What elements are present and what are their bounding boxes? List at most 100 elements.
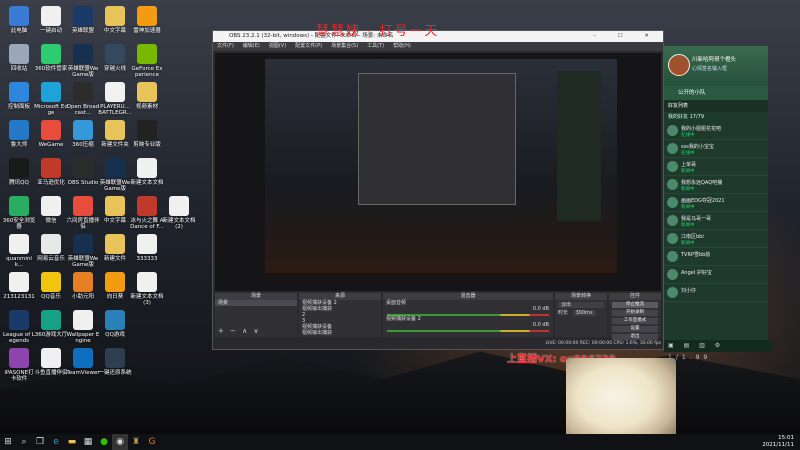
qq-friend-row[interactable]: 我是马哥一哥 新闻中 [664, 212, 768, 230]
desktop-icon[interactable]: PLAYERU... BATTLEGR... [98, 82, 132, 116]
desktop-icon[interactable]: 中文字幕 [98, 6, 132, 34]
desktop-icon[interactable]: 新建文本文档(3) [130, 272, 164, 306]
scene-tools[interactable]: + − ∧ ∨ [218, 327, 261, 335]
stop-streaming-button[interactable]: 停止推流 [612, 302, 658, 308]
desktop-icon[interactable]: 腾讯QQ [2, 158, 36, 186]
desktop-icon[interactable]: 网易云音乐 [34, 234, 68, 262]
qq-friend-row[interactable]: 上单哥 新闻中 [664, 158, 768, 176]
desktop-icon[interactable]: 回收站 [2, 44, 36, 72]
clock[interactable]: 15:01 2021/11/11 [762, 435, 794, 449]
desktop-icon[interactable]: 中文字幕 [98, 196, 132, 224]
desktop-icon[interactable]: 新建文件夹 [98, 120, 132, 148]
desktop-icon[interactable]: 360安全浏览器 [2, 196, 36, 230]
file-explorer-icon[interactable]: ▬ [64, 434, 80, 450]
wechat-icon[interactable]: ● [96, 434, 112, 450]
qq-panel[interactable]: 川新哈阿哥个橙头 心情签名输入框 公开的小队 好友列表 我的好友 17/79 我… [664, 46, 772, 361]
start-recording-button[interactable]: 开始录制 [612, 310, 658, 316]
qq-friend-row[interactable]: 我想永远QAQ吧播 新闻中 [664, 176, 768, 194]
desktop-icon[interactable]: Wallpaper Engine [66, 310, 100, 344]
desktop-icon[interactable]: 控制面板 [2, 82, 36, 110]
qq-team-section[interactable]: 公开的小队 [664, 86, 768, 100]
desktop-icon[interactable]: 雷神加速器 [130, 6, 164, 34]
desktop-icon[interactable]: 英雄联盟WeGame版 [66, 234, 100, 268]
desktop-icon[interactable]: 一键还原系统 [98, 348, 132, 376]
desktop-icon[interactable]: 亚马逊优化 [34, 158, 68, 186]
desktop-icon[interactable]: League of Legends [2, 310, 36, 344]
desktop-icon[interactable]: 鲁大师 [2, 120, 36, 148]
app-icon[interactable]: G [144, 434, 160, 450]
menu-tools[interactable]: 工具(T) [367, 42, 384, 51]
qq-group-header[interactable]: 我的好友 17/79 [664, 112, 768, 122]
desktop-icon[interactable]: 新建文本文档(2) [162, 196, 196, 230]
qq-username: 川新哈阿哥个橙头 [692, 57, 737, 63]
desktop-icon[interactable]: 六间房直播伴侣 [66, 196, 100, 230]
search-icon[interactable]: ⌕ [16, 434, 32, 450]
game-icon[interactable]: ♜ [128, 434, 144, 450]
scenes-dock: 场景 场景 + − ∧ ∨ [215, 293, 297, 337]
desktop-icon[interactable]: 213123131 [2, 272, 36, 300]
window-controls[interactable]: – ☐ ✕ [593, 31, 659, 42]
obs-preview[interactable] [215, 53, 661, 291]
desktop-icon[interactable]: 英雄联盟WeGame版 [66, 44, 100, 78]
desktop-icon[interactable]: 斗鱼直播伴侣 [34, 348, 68, 376]
desktop-icon[interactable]: 小助元阳 [66, 272, 100, 300]
qq-friend-row[interactable]: 我的小姐姐花花吧 在线中 [664, 122, 768, 140]
desktop-icon[interactable]: 360软件管家 [34, 44, 68, 72]
desktop-icon[interactable]: GeForce Experience [130, 44, 164, 78]
menu-edit[interactable]: 编辑(E) [243, 42, 260, 51]
desktop-icon[interactable]: OBS Studio [66, 158, 100, 186]
qq-friend-row[interactable]: 画画EDG夺冠2021 新闻中 [664, 194, 768, 212]
menu-view[interactable]: 视图(V) [269, 42, 286, 51]
desktop-icon[interactable]: 新建文件 [98, 234, 132, 262]
avatar[interactable] [668, 54, 690, 76]
desktop-icon[interactable]: 一键启动 [34, 6, 68, 34]
obs-icon[interactable]: ◉ [112, 434, 128, 450]
desktop-icon[interactable]: 冰与火之舞 A Dance of F... [130, 196, 164, 230]
menu-profile[interactable]: 配置文件(P) [295, 42, 322, 51]
transition-select[interactable]: 淡出 [558, 302, 604, 308]
desktop-icon[interactable]: 英雄联盟WeGame版 [98, 158, 132, 192]
menu-scene-collection[interactable]: 场景集合(S) [331, 42, 358, 51]
desktop-icon[interactable]: Open Broadcast... [66, 82, 100, 116]
qq-signature[interactable]: 心情签名输入框 [692, 65, 727, 72]
desktop-icon[interactable]: 剪映专业版 [130, 120, 164, 148]
desktop-icon[interactable]: quanminlk... [2, 234, 36, 268]
desktop-icon[interactable]: 微信 [34, 196, 68, 224]
desktop-icon[interactable]: 360压缩 [66, 120, 100, 148]
menu-help[interactable]: 帮助(H) [393, 42, 411, 51]
qq-friend-row[interactable]: 刘小仔 [664, 284, 768, 302]
folder-icon [105, 6, 125, 26]
desktop-icon[interactable]: 穿越火线 [98, 44, 132, 72]
desktop-icon[interactable]: 英雄联盟 [66, 6, 100, 34]
desktop-icon[interactable]: QQ音乐 [34, 272, 68, 300]
qq-friend-row[interactable]: 江南区bbi 新闻中 [664, 230, 768, 248]
menu-file[interactable]: 文件(F) [217, 42, 234, 51]
obs-window[interactable]: OBS 23.2.1 (32-bit, windows) - 配置文件: 未命名… [212, 30, 664, 350]
audio-meter-2[interactable] [387, 330, 549, 332]
task-view-icon[interactable]: ❐ [32, 434, 48, 450]
overlay-title-text: 慧慧姨 · 打号一天 [316, 24, 440, 39]
qq-friend-row[interactable]: TVRP雪bb前 [664, 248, 768, 266]
qq-friend-row[interactable]: sss我的小宝宝 在线中 [664, 140, 768, 158]
source-item[interactable]: 视频输出捕获 [299, 330, 381, 336]
start-icon[interactable]: ⊞ [0, 434, 16, 450]
transitions-dock: 场景转换 淡出 时长 300ms [555, 293, 607, 337]
store-icon[interactable]: ▦ [80, 434, 96, 450]
desktop-icon[interactable]: iPASONE打卡软件 [2, 348, 36, 382]
desktop-icon[interactable]: 新建文本文档 [130, 158, 164, 186]
edge-icon[interactable]: e [48, 434, 64, 450]
qq-friend-row[interactable]: Angel 护好宝 [664, 266, 768, 284]
duration-input[interactable]: 300ms [572, 310, 596, 316]
studio-mode-button[interactable]: 工作室模式 [612, 318, 658, 324]
desktop-icon[interactable]: 向日葵 [98, 272, 132, 300]
desktop-icon[interactable]: TeamViewer [66, 348, 100, 376]
desktop-icon[interactable]: 视频素材 [130, 82, 164, 110]
desktop-icon[interactable]: Microsoft Edge [34, 82, 68, 116]
settings-button[interactable]: 设置 [612, 326, 658, 332]
desktop-icon[interactable]: WeGame [34, 120, 68, 148]
scene-item[interactable]: 场景 [215, 300, 297, 306]
desktop-icon[interactable]: QQ游戏 [98, 310, 132, 338]
desktop-icon[interactable]: 360游戏大厅 [34, 310, 68, 338]
desktop-icon[interactable]: 此电脑 [2, 6, 36, 34]
desktop-icon[interactable]: 333333 [130, 234, 164, 262]
